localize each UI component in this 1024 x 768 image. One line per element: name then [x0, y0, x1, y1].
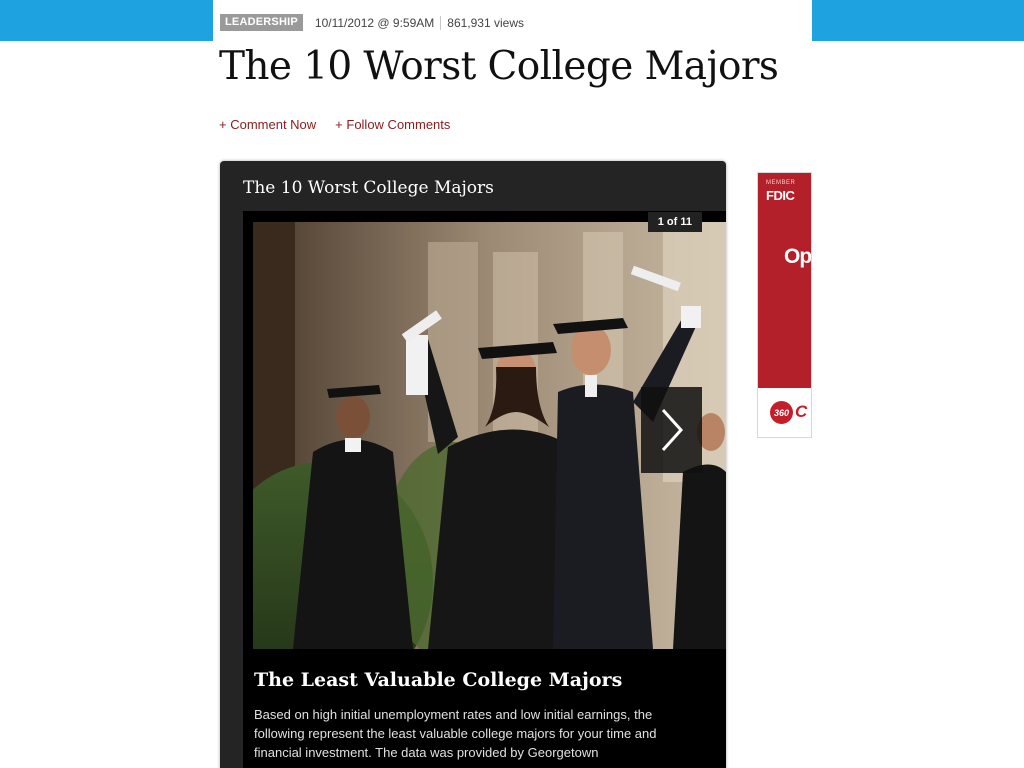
slide-counter: 1 of 11 — [647, 212, 702, 232]
article-page: LEADERSHIP 10/11/2012 @ 9:59AM 861,931 v… — [213, 0, 812, 768]
sidebar-advertisement[interactable]: MEMBER FDIC Ope 360 C — [757, 172, 812, 438]
article-actions: + Comment Now + Follow Comments — [219, 117, 450, 132]
article-meta: LEADERSHIP 10/11/2012 @ 9:59AM 861,931 v… — [220, 14, 524, 31]
article-headline: The 10 Worst College Majors — [219, 44, 779, 89]
slideshow-gallery: The 10 Worst College Majors 1 of 11 The … — [220, 161, 726, 768]
ad-member-label: MEMBER — [766, 180, 796, 186]
ad-footer: 360 C — [758, 388, 811, 437]
next-slide-button[interactable] — [641, 387, 702, 473]
follow-comments-link[interactable]: + Follow Comments — [335, 117, 450, 132]
ad-fdic-label: FDIC — [766, 188, 795, 203]
gallery-title: The 10 Worst College Majors — [243, 178, 494, 198]
comment-now-link[interactable]: + Comment Now — [219, 117, 316, 132]
meta-divider — [440, 15, 442, 30]
slide-description: Based on high initial unemployment rates… — [254, 707, 657, 760]
ad-brand-text: C — [795, 402, 808, 421]
slide-stage: 1 of 11 The Least Valuable College Major… — [243, 211, 726, 768]
section-tag[interactable]: LEADERSHIP — [220, 14, 303, 31]
capital-one-360-logo-icon: 360 — [770, 401, 793, 424]
publish-date: 10/11/2012 @ 9:59AM — [314, 15, 435, 30]
ad-headline: Ope — [784, 245, 812, 268]
slide-title: The Least Valuable College Majors — [254, 669, 623, 691]
view-count: 861,931 views — [447, 15, 524, 30]
chevron-right-icon — [661, 408, 683, 452]
